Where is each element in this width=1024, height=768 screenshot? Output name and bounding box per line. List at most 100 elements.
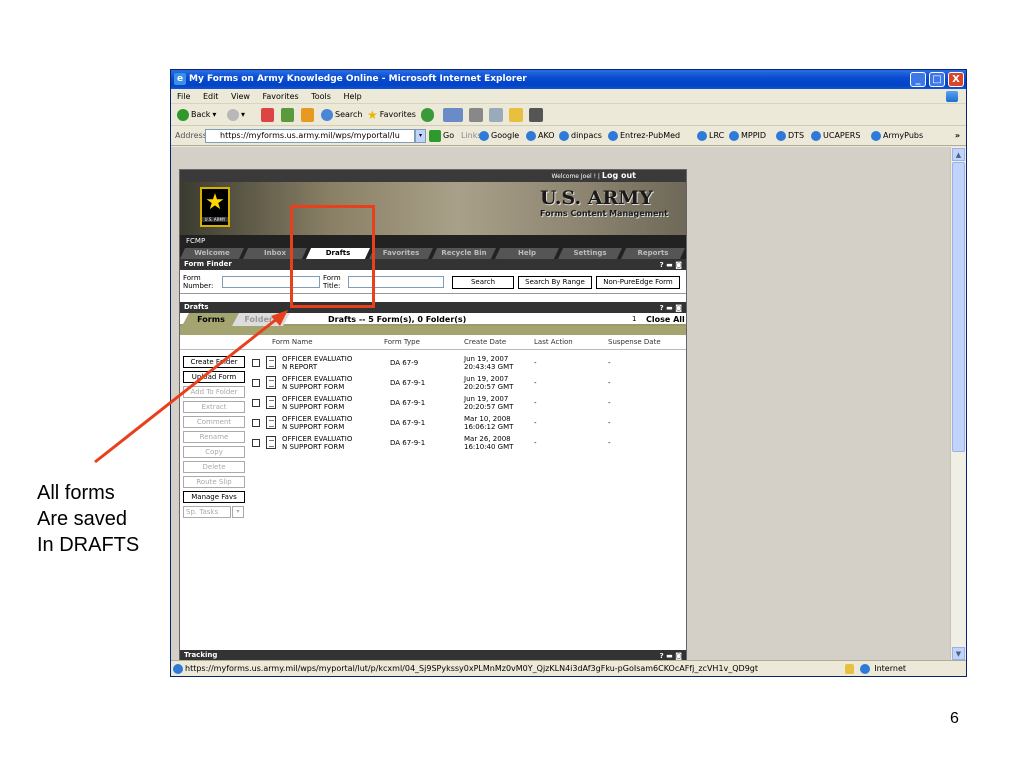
- mail-icon[interactable]: [443, 108, 463, 122]
- manage-favs-button[interactable]: Manage Favs: [183, 491, 245, 503]
- menu-file[interactable]: File: [177, 92, 190, 101]
- row-form-type: DA 67-9: [390, 359, 419, 367]
- copy-button[interactable]: Copy: [183, 446, 245, 458]
- drafts-column-header: Form Name Form Type Create Date Last Act…: [180, 335, 686, 350]
- row-form-name-1[interactable]: OFFICER EVALUATIO: [282, 415, 352, 423]
- link-ako[interactable]: AKO: [526, 129, 555, 143]
- draft-row[interactable]: OFFICER EVALUATIO N SUPPORT FORM DA 67-9…: [252, 414, 686, 434]
- row-form-name-2[interactable]: N SUPPORT FORM: [282, 443, 344, 451]
- stop-icon[interactable]: [261, 108, 274, 122]
- logout-link[interactable]: Log out: [602, 171, 636, 180]
- go-button[interactable]: Go: [429, 129, 454, 143]
- row-form-name-2[interactable]: N SUPPORT FORM: [282, 403, 344, 411]
- sp-tasks-select[interactable]: Sp. Tasks: [183, 506, 231, 518]
- scroll-up-icon[interactable]: ▲: [952, 148, 965, 161]
- home-icon[interactable]: [301, 108, 314, 122]
- address-input[interactable]: https://myforms.us.army.mil/wps/myportal…: [205, 129, 415, 143]
- row-form-name-1[interactable]: OFFICER EVALUATIO: [282, 435, 352, 443]
- col-form-type[interactable]: Form Type: [384, 335, 420, 350]
- add-to-folder-button[interactable]: Add To Folder: [183, 386, 245, 398]
- ie-icon: e: [174, 73, 186, 85]
- menu-view[interactable]: View: [231, 92, 250, 101]
- row-checkbox[interactable]: [252, 439, 260, 447]
- row-checkbox[interactable]: [252, 419, 260, 427]
- menu-help[interactable]: Help: [343, 92, 361, 101]
- title-bar: e My Forms on Army Knowledge Online - Mi…: [171, 70, 966, 89]
- tab-reports[interactable]: Reports: [621, 248, 685, 259]
- col-suspense-date[interactable]: Suspense Date: [608, 335, 661, 350]
- create-folder-button[interactable]: Create Folder: [183, 356, 245, 368]
- draft-row[interactable]: OFFICER EVALUATIO N REPORT DA 67-9 Jun 1…: [252, 354, 686, 374]
- link-ucapers[interactable]: UCAPERS: [811, 129, 860, 143]
- link-dinpacs[interactable]: dinpacs: [559, 129, 602, 143]
- draft-row[interactable]: OFFICER EVALUATIO N SUPPORT FORM DA 67-9…: [252, 434, 686, 454]
- close-all-link[interactable]: Close All: [646, 313, 685, 326]
- search-by-range-button[interactable]: Search By Range: [518, 276, 592, 289]
- menu-edit[interactable]: Edit: [203, 92, 219, 101]
- vertical-scrollbar[interactable]: ▲ ▼: [950, 147, 966, 661]
- menu-tools[interactable]: Tools: [311, 92, 331, 101]
- history-icon[interactable]: [421, 108, 434, 122]
- row-form-name-2[interactable]: N SUPPORT FORM: [282, 423, 344, 431]
- col-create-date[interactable]: Create Date: [464, 335, 506, 350]
- row-checkbox[interactable]: [252, 379, 260, 387]
- edit-icon[interactable]: [489, 108, 503, 122]
- tab-recycle-bin[interactable]: Recycle Bin: [432, 248, 496, 259]
- draft-row[interactable]: OFFICER EVALUATIO N SUPPORT FORM DA 67-9…: [252, 374, 686, 394]
- row-form-name-1[interactable]: OFFICER EVALUATIO: [282, 375, 352, 383]
- col-form-name[interactable]: Form Name: [272, 335, 313, 350]
- back-button[interactable]: Back ▾: [177, 108, 216, 122]
- row-form-name-2[interactable]: N REPORT: [282, 363, 317, 371]
- row-checkbox[interactable]: [252, 399, 260, 407]
- menu-favorites[interactable]: Favorites: [263, 92, 299, 101]
- row-form-name-1[interactable]: OFFICER EVALUATIO: [282, 395, 352, 403]
- extract-button[interactable]: Extract: [183, 401, 245, 413]
- tab-help[interactable]: Help: [495, 248, 559, 259]
- link-mppid[interactable]: MPPID: [729, 129, 766, 143]
- fcmp-label: FCMP: [186, 237, 206, 245]
- drafts-tabs: Forms Folders Drafts -- 5 Form(s), 0 Fol…: [180, 313, 686, 326]
- link-lrc[interactable]: LRC: [697, 129, 724, 143]
- draft-row[interactable]: OFFICER EVALUATIO N SUPPORT FORM DA 67-9…: [252, 394, 686, 414]
- scroll-down-icon[interactable]: ▼: [952, 647, 965, 660]
- row-checkbox[interactable]: [252, 359, 260, 367]
- row-form-name-2[interactable]: N SUPPORT FORM: [282, 383, 344, 391]
- comment-button[interactable]: Comment: [183, 416, 245, 428]
- row-form-type: DA 67-9-1: [390, 379, 426, 387]
- minimize-button[interactable]: _: [910, 72, 926, 87]
- links-more-icon[interactable]: »: [955, 126, 960, 146]
- rename-button[interactable]: Rename: [183, 431, 245, 443]
- link-entrez-pubmed[interactable]: Entrez-PubMed: [608, 129, 680, 143]
- search-button[interactable]: Search: [321, 108, 362, 122]
- favorites-button[interactable]: ★ Favorites: [367, 108, 416, 122]
- tab-forms[interactable]: Forms: [182, 313, 240, 326]
- route-slip-button[interactable]: Route Slip: [183, 476, 245, 488]
- link-armypubs[interactable]: ArmyPubs: [871, 129, 923, 143]
- scroll-thumb[interactable]: [952, 162, 965, 452]
- row-create-date-1: Jun 19, 2007: [464, 375, 509, 383]
- forward-button[interactable]: ▾: [227, 108, 245, 122]
- tab-favorites[interactable]: Favorites: [369, 248, 433, 259]
- upload-form-button[interactable]: Upload Form: [183, 371, 245, 383]
- tab-folders[interactable]: Folders: [232, 313, 290, 326]
- messenger-icon[interactable]: [529, 108, 543, 122]
- tab-settings[interactable]: Settings: [558, 248, 622, 259]
- chevron-down-icon[interactable]: ▾: [232, 506, 244, 518]
- folder-icon[interactable]: [509, 108, 523, 122]
- delete-button[interactable]: Delete: [183, 461, 245, 473]
- page-number[interactable]: 1: [632, 313, 636, 326]
- maximize-button[interactable]: □: [929, 72, 945, 87]
- row-last-action: -: [534, 399, 537, 407]
- link-google[interactable]: Google: [479, 129, 519, 143]
- row-form-name-1[interactable]: OFFICER EVALUATIO: [282, 355, 352, 363]
- non-pureedge-form-button[interactable]: Non-PureEdge Form: [596, 276, 680, 289]
- col-last-action[interactable]: Last Action: [534, 335, 573, 350]
- tab-welcome[interactable]: Welcome: [180, 248, 244, 259]
- link-dts[interactable]: DTS: [776, 129, 804, 143]
- address-dropdown-icon[interactable]: ▾: [415, 129, 426, 143]
- search-button[interactable]: Search: [452, 276, 514, 289]
- print-icon[interactable]: [469, 108, 483, 122]
- close-button[interactable]: X: [948, 72, 964, 87]
- refresh-icon[interactable]: [281, 108, 294, 122]
- zone-indicator: Internet: [860, 661, 906, 676]
